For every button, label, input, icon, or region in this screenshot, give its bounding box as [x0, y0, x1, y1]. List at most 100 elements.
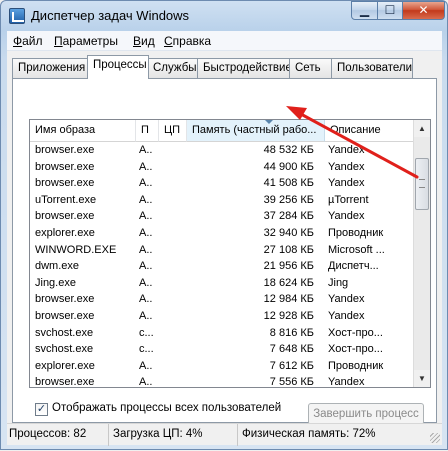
table-row[interactable]: browser.exe A... 44 900 КБ Yandex	[30, 159, 414, 176]
cell-description: Хост-про...	[328, 326, 383, 339]
tab-applications[interactable]: Приложения	[12, 58, 89, 78]
tab-processes[interactable]: Процессы	[87, 55, 149, 79]
scroll-thumb[interactable]	[415, 158, 429, 210]
minimize-button[interactable]: ▁	[351, 1, 378, 20]
cell-user: A...	[139, 160, 153, 173]
cell-description: µTorrent	[328, 193, 369, 206]
cell-description: Yandex	[328, 210, 365, 223]
process-list[interactable]: Имя образа П ЦП Память (частный рабо... …	[29, 119, 431, 388]
table-row[interactable]: explorer.exe A... 32 940 КБ Проводник	[30, 225, 414, 242]
cell-memory: 44 900 КБ	[263, 160, 314, 173]
column-header-description[interactable]: Описание	[325, 120, 414, 142]
cell-image-name: dwm.exe	[35, 260, 80, 273]
maximize-button[interactable]: ☐	[377, 1, 403, 20]
cell-user: A...	[139, 210, 153, 223]
cell-description: Хост-про...	[328, 343, 383, 356]
column-header-cpu[interactable]: ЦП	[159, 120, 187, 142]
table-row[interactable]: dwm.exe A... 21 956 КБ Диспетч...	[30, 258, 414, 275]
status-cpu-usage: Загрузка ЦП: 4%	[109, 424, 238, 446]
cell-user: A...	[139, 144, 153, 156]
vertical-scrollbar[interactable]: ▲ ▼	[413, 120, 430, 387]
cell-memory: 8 816 КБ	[269, 326, 314, 339]
scroll-up-button[interactable]: ▲	[414, 120, 430, 137]
menu-view[interactable]: Вид	[133, 34, 155, 48]
table-row[interactable]: browser.exe A... 37 284 КБ Yandex	[30, 208, 414, 225]
menu-bar: Файл Параметры Вид Справка	[7, 31, 442, 51]
tab-services[interactable]: Службы	[147, 58, 198, 78]
menu-help-accel: С	[164, 34, 173, 48]
cell-image-name: browser.exe	[35, 293, 95, 306]
cell-memory: 48 532 КБ	[263, 144, 314, 156]
column-header-user[interactable]: П	[136, 120, 159, 142]
cell-description: Yandex	[328, 310, 365, 322]
tab-users[interactable]: Пользователи	[331, 58, 413, 78]
menu-options-accel: П	[54, 34, 63, 48]
cell-memory: 32 940 КБ	[263, 227, 314, 239]
end-process-button[interactable]: Завершить процесс	[308, 403, 424, 425]
menu-file[interactable]: Файл	[13, 34, 43, 48]
cell-memory: 12 928 КБ	[263, 310, 314, 322]
tab-network[interactable]: Сеть	[289, 58, 332, 78]
cell-image-name: browser.exe	[35, 160, 95, 173]
status-process-count: Процессов: 82	[7, 424, 109, 446]
cell-user: A...	[139, 193, 153, 206]
table-row[interactable]: browser.exe A... 48 532 КБ Yandex	[30, 142, 414, 159]
cell-memory: 12 984 КБ	[263, 293, 314, 306]
cell-user: A...	[139, 276, 153, 289]
table-row[interactable]: browser.exe A... 12 984 КБ Yandex	[30, 291, 414, 308]
menu-options-label: араметры	[62, 34, 118, 48]
cell-image-name: browser.exe	[35, 177, 95, 190]
cell-memory: 18 624 КБ	[263, 276, 314, 289]
processes-panel: Имя образа П ЦП Память (частный рабо... …	[12, 78, 437, 425]
cell-user: c...	[139, 343, 153, 356]
column-header-memory[interactable]: Память (частный рабо...	[187, 120, 325, 142]
cell-user: A...	[139, 227, 153, 239]
task-manager-window: Диспетчер задач Windows ▁ ☐ ✕ Файл Парам…	[0, 0, 448, 450]
menu-help[interactable]: Справка	[164, 34, 211, 48]
table-row[interactable]: browser.exe A... 12 928 КБ Yandex	[30, 308, 414, 325]
chevron-down-icon: ▼	[418, 374, 426, 383]
cell-description: Yandex	[328, 376, 365, 388]
minimize-icon: ▁	[359, 3, 370, 17]
cell-image-name: explorer.exe	[35, 359, 95, 372]
resize-grip[interactable]	[430, 433, 440, 443]
table-row[interactable]: svchost.exe c... 7 648 КБ Хост-про...	[30, 341, 414, 358]
client-area: Приложения Процессы Службы Быстродействи…	[7, 51, 442, 425]
title-bar[interactable]: Диспетчер задач Windows ▁ ☐ ✕	[1, 1, 447, 31]
column-header-image-name[interactable]: Имя образа	[30, 120, 136, 142]
menu-options[interactable]: Параметры	[54, 34, 118, 48]
cell-description: Yandex	[328, 144, 365, 156]
close-button[interactable]: ✕	[402, 1, 445, 20]
window-title: Диспетчер задач Windows	[31, 8, 190, 23]
cell-description: Проводник	[328, 359, 384, 372]
chevron-up-icon: ▲	[418, 124, 426, 133]
maximize-icon: ☐	[384, 3, 396, 17]
table-row[interactable]: svchost.exe c... 8 816 КБ Хост-про...	[30, 325, 414, 342]
cell-description: Yandex	[328, 177, 365, 190]
cell-memory: 7 648 КБ	[269, 343, 314, 356]
table-row[interactable]: browser.exe A... 41 508 КБ Yandex	[30, 175, 414, 192]
cell-user: A...	[139, 293, 153, 306]
table-row[interactable]: WINWORD.EXE A... 27 108 КБ Microsoft ...	[30, 242, 414, 259]
cell-memory: 39 256 КБ	[263, 193, 314, 206]
table-row[interactable]: Jing.exe A... 18 624 КБ Jing	[30, 275, 414, 292]
cell-user: A...	[139, 376, 153, 388]
cell-image-name: browser.exe	[35, 310, 95, 322]
cell-user: c...	[139, 326, 153, 339]
table-row[interactable]: explorer.exe A... 7 612 КБ Проводник	[30, 358, 414, 375]
scroll-down-button[interactable]: ▼	[414, 370, 430, 387]
cell-memory: 27 108 КБ	[263, 243, 314, 256]
table-row[interactable]: uTorrent.exe A... 39 256 КБ µTorrent	[30, 192, 414, 209]
table-row[interactable]: browser.exe A... 7 556 КБ Yandex	[30, 374, 414, 388]
cell-user: A...	[139, 177, 153, 190]
cell-image-name: browser.exe	[35, 144, 95, 156]
cell-user: A...	[139, 260, 153, 273]
cell-memory: 7 612 КБ	[269, 359, 314, 372]
show-all-users-checkbox[interactable]: ✓	[35, 403, 48, 416]
menu-file-label: айл	[22, 34, 43, 48]
cell-image-name: browser.exe	[35, 376, 95, 388]
tab-performance[interactable]: Быстродействие	[197, 58, 292, 78]
cell-description: Yandex	[328, 160, 365, 173]
cell-description: Проводник	[328, 227, 384, 239]
task-manager-icon	[9, 8, 25, 24]
